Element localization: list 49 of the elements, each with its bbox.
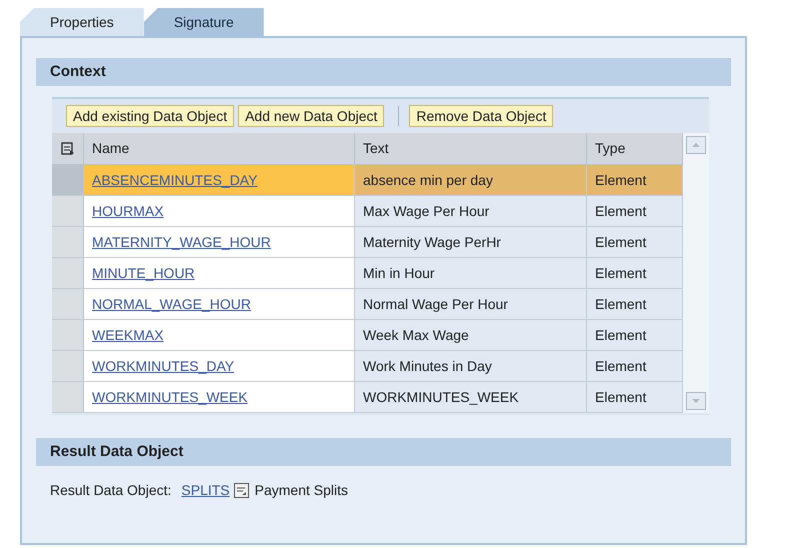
table-cell: Element xyxy=(587,382,683,412)
table-cell: Element xyxy=(587,165,683,195)
name-link[interactable]: WORKMINUTES_DAY xyxy=(92,356,234,376)
table-cell: Element xyxy=(587,196,683,226)
description-text: Payment Splits xyxy=(254,481,348,500)
result-link[interactable]: SPLITS xyxy=(181,480,230,501)
scrollbar[interactable] xyxy=(683,133,709,413)
column-header: Text xyxy=(355,133,587,164)
name-link[interactable]: MINUTE_HOUR xyxy=(92,262,195,284)
table-cell: Element xyxy=(587,351,683,381)
table-cell: Work Minutes in Day xyxy=(355,351,587,381)
table-cell: Week Max Wage xyxy=(355,320,587,350)
name-link[interactable]: MATERNITY_WAGE_HOUR xyxy=(92,232,271,252)
row-selector[interactable] xyxy=(52,320,84,350)
row-selector[interactable] xyxy=(52,382,84,412)
table-cell: absence min per day xyxy=(355,165,587,195)
table-cell: Min in Hour xyxy=(355,258,587,288)
tab[interactable]: Signature xyxy=(144,8,264,36)
toolbar-button[interactable]: Remove Data Object xyxy=(409,105,554,127)
table-cell: Normal Wage Per Hour xyxy=(355,289,587,319)
row-selector[interactable] xyxy=(52,165,84,195)
table-cell: Element xyxy=(587,258,683,288)
row-selector[interactable] xyxy=(52,289,84,319)
details-icon[interactable] xyxy=(234,483,249,498)
table-cell: Max Wage Per Hour xyxy=(355,196,587,226)
section-header: Context xyxy=(36,58,731,86)
scroll-down-icon[interactable] xyxy=(686,392,706,410)
name-link[interactable]: ABSENCEMINUTES_DAY xyxy=(92,170,258,190)
field-label: Result Data Object: xyxy=(50,481,172,500)
row-selector[interactable] xyxy=(52,227,84,257)
table-cell: Element xyxy=(587,289,683,319)
toolbar-button[interactable]: Add existing Data Object xyxy=(66,105,234,127)
table-settings-icon[interactable] xyxy=(60,142,74,156)
row-selector[interactable] xyxy=(52,196,84,226)
column-header: Name xyxy=(84,133,355,164)
toolbar-button[interactable]: Add new Data Object xyxy=(238,105,384,127)
section-header: Result Data Object xyxy=(36,438,731,466)
table-cell: Maternity Wage PerHr xyxy=(355,227,587,257)
name-link[interactable]: WORKMINUTES_WEEK xyxy=(92,386,248,408)
name-link[interactable]: WEEKMAX xyxy=(92,324,164,346)
name-link[interactable]: HOURMAX xyxy=(92,200,164,222)
table-cell: Element xyxy=(587,227,683,257)
tab[interactable]: Properties xyxy=(20,8,144,36)
scroll-up-icon[interactable] xyxy=(686,136,706,154)
name-link[interactable]: NORMAL_WAGE_HOUR xyxy=(92,294,251,314)
row-selector[interactable] xyxy=(52,351,84,381)
table-cell: Element xyxy=(587,320,683,350)
row-selector[interactable] xyxy=(52,258,84,288)
table-cell: WORKMINUTES_WEEK xyxy=(355,382,587,412)
